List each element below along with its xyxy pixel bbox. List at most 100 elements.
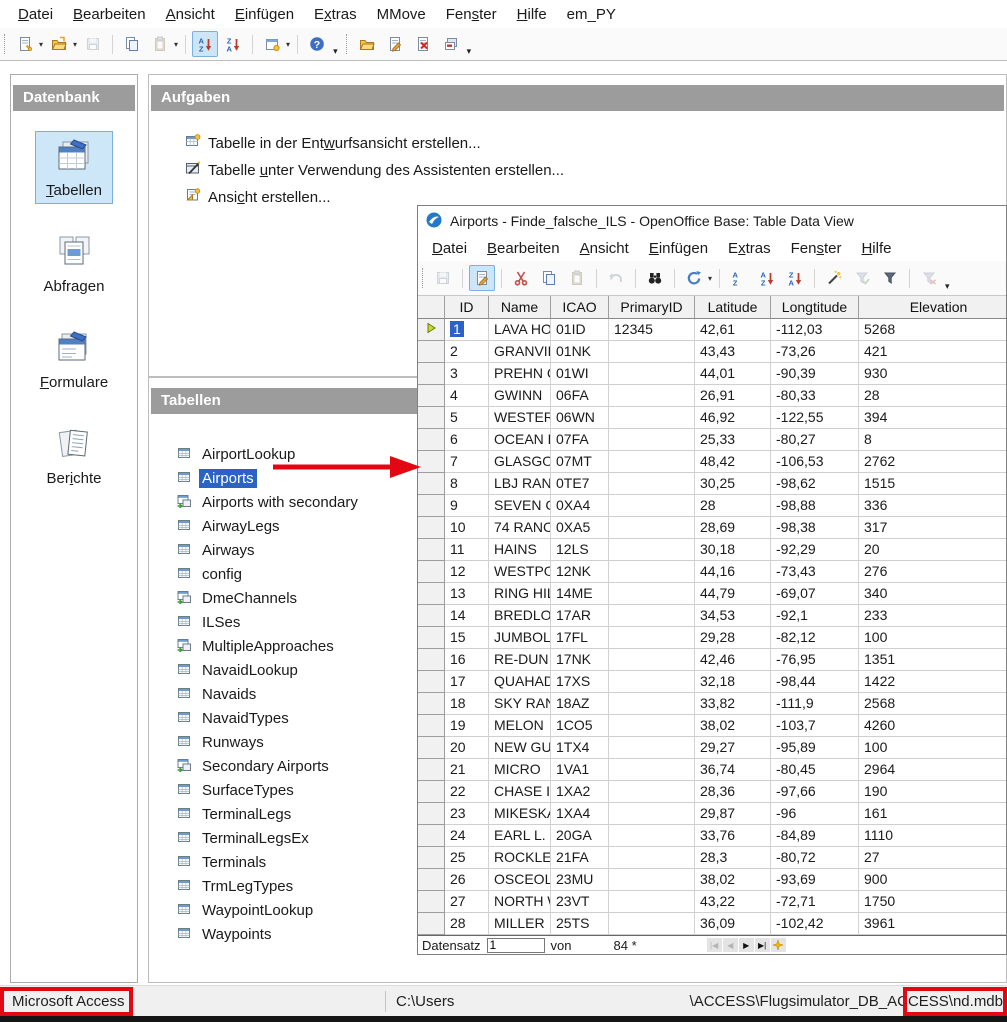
grid-cell[interactable]: 233 — [859, 605, 1006, 627]
row-selector[interactable] — [418, 825, 445, 847]
next-record-button[interactable]: ▶ — [739, 938, 754, 952]
grid-cell[interactable]: -98,44 — [771, 671, 859, 693]
grid-cell[interactable]: SEVEN CS — [489, 495, 551, 517]
sidebar-item-tabellen[interactable]: Tabellen — [35, 131, 113, 204]
grid-cell[interactable] — [609, 803, 695, 825]
grid-cell[interactable]: ROCKLEDGE — [489, 847, 551, 869]
standard-filter-button[interactable] — [877, 265, 903, 291]
grid-cell[interactable]: RING HILL — [489, 583, 551, 605]
new-form-button[interactable] — [259, 31, 285, 57]
window-menu-bearbeiten[interactable]: Bearbeiten — [477, 237, 570, 260]
last-record-button[interactable]: ▶| — [755, 938, 770, 952]
grid-cell[interactable]: 28 — [695, 495, 771, 517]
grid-cell[interactable]: -72,71 — [771, 891, 859, 913]
table-row[interactable]: 8LBJ RANCH0TE730,25-98,621515 — [418, 473, 1006, 495]
new-database-document-button[interactable] — [12, 31, 38, 57]
grid-cell[interactable] — [609, 473, 695, 495]
sidebar-item-abfragen[interactable]: Abfragen — [33, 227, 116, 300]
grid-cell[interactable]: 1XA4 — [551, 803, 609, 825]
menu-mmove[interactable]: MMove — [367, 3, 436, 26]
grid-cell[interactable] — [609, 869, 695, 891]
edit-data-button[interactable] — [469, 265, 495, 291]
grid-cell[interactable]: HAINS — [489, 539, 551, 561]
row-selector[interactable] — [418, 759, 445, 781]
grid-cell[interactable]: -98,38 — [771, 517, 859, 539]
column-header-name[interactable]: Name — [489, 296, 551, 319]
grid-cell[interactable]: -98,88 — [771, 495, 859, 517]
column-header-id[interactable]: ID — [445, 296, 489, 319]
grid-cell[interactable]: 4260 — [859, 715, 1006, 737]
table-row[interactable]: 14BREDLOW17AR34,53-92,1233 — [418, 605, 1006, 627]
grid-cell[interactable] — [609, 627, 695, 649]
table-row[interactable]: 27NORTH W23VT43,22-72,711750 — [418, 891, 1006, 913]
table-row[interactable]: 26OSCEOLA23MU38,02-93,69900 — [418, 869, 1006, 891]
grid-cell[interactable]: -103,7 — [771, 715, 859, 737]
grid-cell[interactable]: 33,82 — [695, 693, 771, 715]
sidebar-item-formulare[interactable]: Formulare — [29, 323, 119, 396]
grid-cell[interactable]: 6 — [445, 429, 489, 451]
grid-cell[interactable]: 44,01 — [695, 363, 771, 385]
row-selector[interactable] — [418, 363, 445, 385]
grid-cell[interactable]: 42,46 — [695, 649, 771, 671]
sort-ascending-button[interactable]: AZ — [192, 31, 218, 57]
table-row[interactable]: 9SEVEN CS0XA428-98,88336 — [418, 495, 1006, 517]
table-row[interactable]: 28MILLER25TS36,09-102,423961 — [418, 913, 1006, 935]
table-row[interactable]: 17QUAHADI17XS32,18-98,441422 — [418, 671, 1006, 693]
grid-cell[interactable] — [609, 407, 695, 429]
table-row[interactable]: 3PREHN CR01WI44,01-90,39930 — [418, 363, 1006, 385]
grid-cell[interactable]: 1750 — [859, 891, 1006, 913]
row-selector[interactable] — [418, 715, 445, 737]
grid-cell[interactable]: 2762 — [859, 451, 1006, 473]
grid-cell[interactable]: -73,26 — [771, 341, 859, 363]
grid-cell[interactable]: 1TX4 — [551, 737, 609, 759]
grid-cell[interactable]: 340 — [859, 583, 1006, 605]
grid-cell[interactable]: 15 — [445, 627, 489, 649]
grid-cell[interactable]: 07FA — [551, 429, 609, 451]
grid-cell[interactable]: -69,07 — [771, 583, 859, 605]
grid-cell[interactable]: 44,79 — [695, 583, 771, 605]
grid-cell[interactable]: 4 — [445, 385, 489, 407]
table-row[interactable]: 1LAVA HOT01ID1234542,61-112,035268 — [418, 319, 1006, 341]
grid-cell[interactable]: 46,92 — [695, 407, 771, 429]
grid-cell[interactable]: WESTERN — [489, 407, 551, 429]
table-row[interactable]: 16RE-DUN17NK42,46-76,951351 — [418, 649, 1006, 671]
grid-cell[interactable]: OSCEOLA — [489, 869, 551, 891]
refresh-button[interactable] — [681, 265, 707, 291]
grid-corner-cell[interactable] — [418, 296, 445, 319]
table-row[interactable]: 19MELON1CO538,02-103,74260 — [418, 715, 1006, 737]
table-row[interactable]: 2GRANVILL01NK43,43-73,26421 — [418, 341, 1006, 363]
grid-cell[interactable]: 17FL — [551, 627, 609, 649]
grid-cell[interactable]: LAVA HOT — [489, 319, 551, 341]
grid-cell[interactable] — [609, 891, 695, 913]
grid-cell[interactable]: 38,02 — [695, 715, 771, 737]
help-button[interactable]: ? — [304, 31, 330, 57]
grid-cell[interactable]: -112,03 — [771, 319, 859, 341]
grid-cell[interactable]: 2964 — [859, 759, 1006, 781]
menu-fenster[interactable]: Fenster — [436, 3, 507, 26]
dropdown-arrow-icon[interactable]: ▾ — [708, 274, 712, 283]
grid-cell[interactable]: -122,55 — [771, 407, 859, 429]
grid-cell[interactable]: 20GA — [551, 825, 609, 847]
column-header-latitude[interactable]: Latitude — [695, 296, 771, 319]
grid-cell[interactable]: OCEAN RE — [489, 429, 551, 451]
grid-cell[interactable]: 1CO5 — [551, 715, 609, 737]
grid-cell[interactable]: RE-DUN — [489, 649, 551, 671]
grid-cell[interactable]: 23 — [445, 803, 489, 825]
grid-cell[interactable]: LBJ RANCH — [489, 473, 551, 495]
grid-cell[interactable]: 42,61 — [695, 319, 771, 341]
menu-extras[interactable]: Extras — [304, 3, 367, 26]
grid-cell[interactable] — [609, 429, 695, 451]
grid-cell[interactable]: 25 — [445, 847, 489, 869]
table-row[interactable]: 18SKY RANCH18AZ33,82-111,92568 — [418, 693, 1006, 715]
row-selector[interactable] — [418, 539, 445, 561]
grid-cell[interactable]: 161 — [859, 803, 1006, 825]
row-selector[interactable] — [418, 781, 445, 803]
table-row[interactable]: 11HAINS12LS30,18-92,2920 — [418, 539, 1006, 561]
table-row[interactable]: 5WESTERN06WN46,92-122,55394 — [418, 407, 1006, 429]
grid-cell[interactable]: GRANVILL — [489, 341, 551, 363]
grid-cell[interactable]: 8 — [859, 429, 1006, 451]
grid-cell[interactable]: 1515 — [859, 473, 1006, 495]
grid-cell[interactable]: BREDLOW — [489, 605, 551, 627]
window-menu-fenster[interactable]: Fenster — [781, 237, 852, 260]
task-item[interactable]: Tabelle unter Verwendung des Assistenten… — [185, 160, 1006, 180]
